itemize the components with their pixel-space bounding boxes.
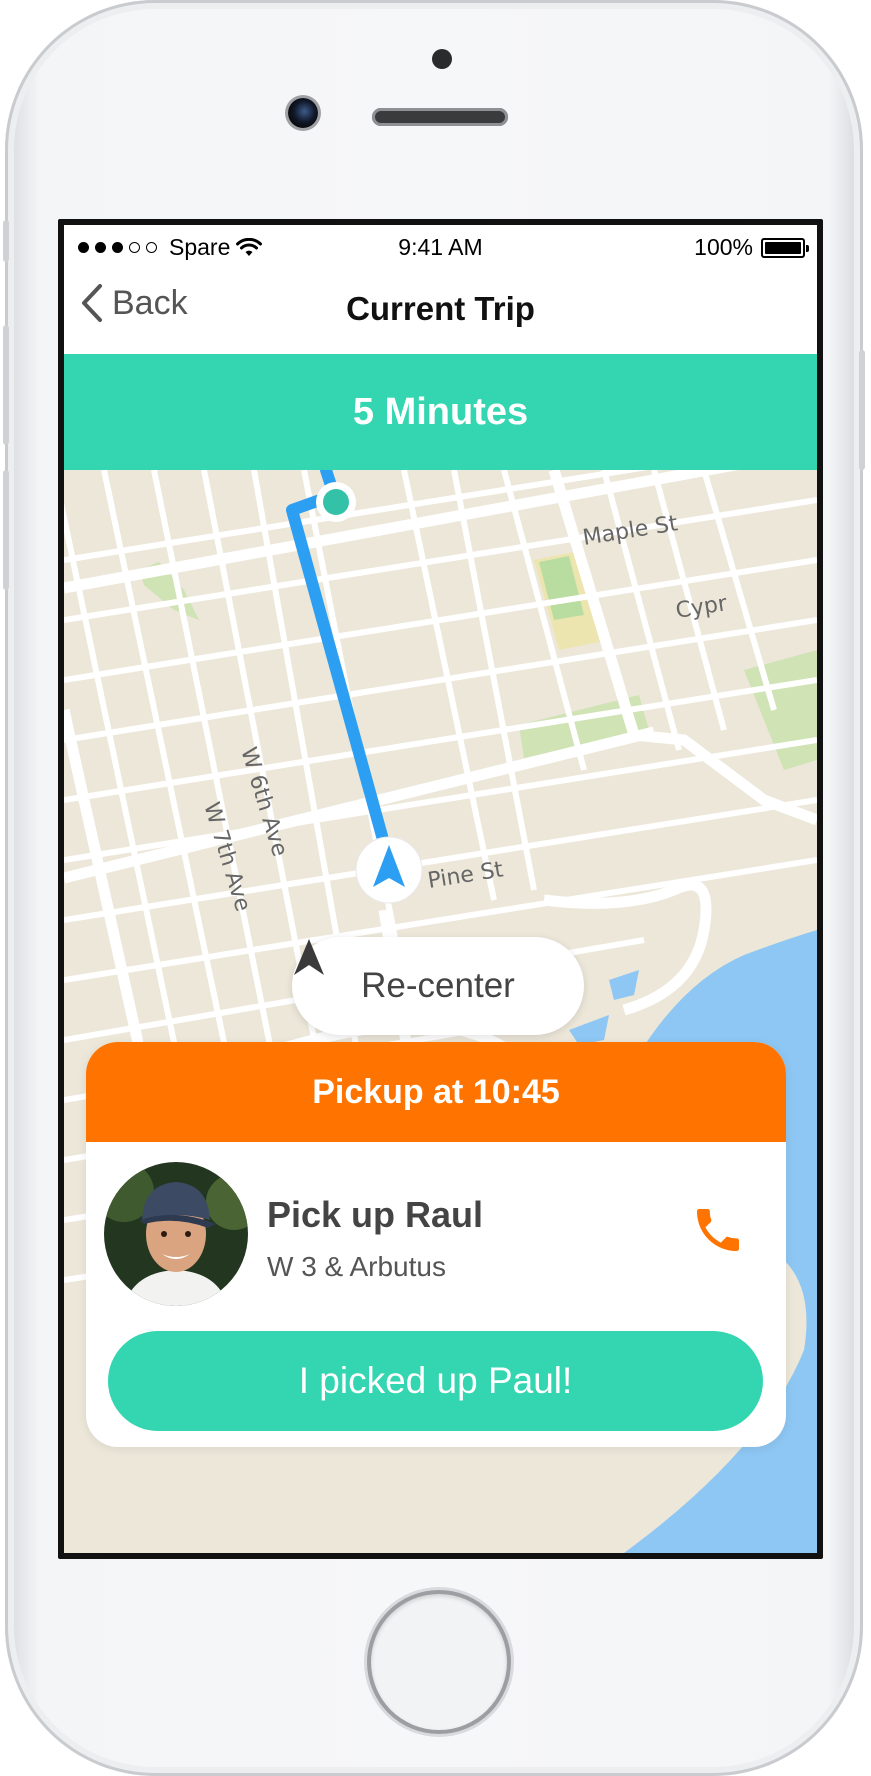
rider-name: Pick up Raul [267, 1194, 484, 1235]
recenter-button[interactable]: Re-center [292, 937, 584, 1035]
status-bar: Spare 9:41 AM 100% [64, 225, 817, 265]
silent-switch [3, 220, 9, 262]
volume-down-button [3, 470, 9, 590]
street-label-maple: Maple St [581, 511, 680, 551]
phone-frame: Spare 9:41 AM 100% Back Current Trip 5 M… [3, 0, 865, 1776]
navigation-arrow-icon [294, 939, 324, 975]
earpiece-speaker [372, 108, 508, 126]
call-rider-button[interactable] [690, 1202, 750, 1262]
pickup-time: Pickup at 10:45 [312, 1072, 560, 1111]
navigation-bar: Back Current Trip [64, 265, 817, 354]
eta-banner: 5 Minutes [64, 354, 817, 470]
battery-percent: 100% [694, 234, 753, 260]
phone-icon [697, 1209, 739, 1251]
volume-up-button [3, 325, 9, 445]
power-button [859, 350, 865, 470]
proximity-sensor [432, 49, 452, 69]
avatar [104, 1162, 248, 1306]
app-display: Spare 9:41 AM 100% Back Current Trip 5 M… [64, 225, 817, 1553]
eta-label: 5 Minutes [352, 390, 529, 433]
map-view[interactable]: Maple St Cypr W 6th Ave W 7th Ave Pine S… [64, 470, 817, 1553]
front-camera-icon [288, 98, 318, 128]
home-button[interactable] [371, 1594, 507, 1730]
battery-indicator: 100% [694, 234, 809, 261]
street-label-cypress: Cypr [674, 591, 730, 624]
screen: Spare 9:41 AM 100% Back Current Trip 5 M… [58, 219, 823, 1559]
pickup-card: Pickup at 10:45 Pick up Raul W 3 & Arbut… [86, 1042, 786, 1447]
battery-icon [761, 237, 809, 258]
recenter-label: Re-center [361, 966, 515, 1005]
pickup-location: W 3 & Arbutus [267, 1251, 446, 1282]
confirm-pickup-button[interactable]: I picked up Paul! [108, 1331, 763, 1431]
street-label-w6th: W 6th Ave [235, 744, 292, 859]
pickup-header: Pickup at 10:45 [86, 1042, 786, 1142]
page-title: Current Trip [346, 290, 535, 327]
